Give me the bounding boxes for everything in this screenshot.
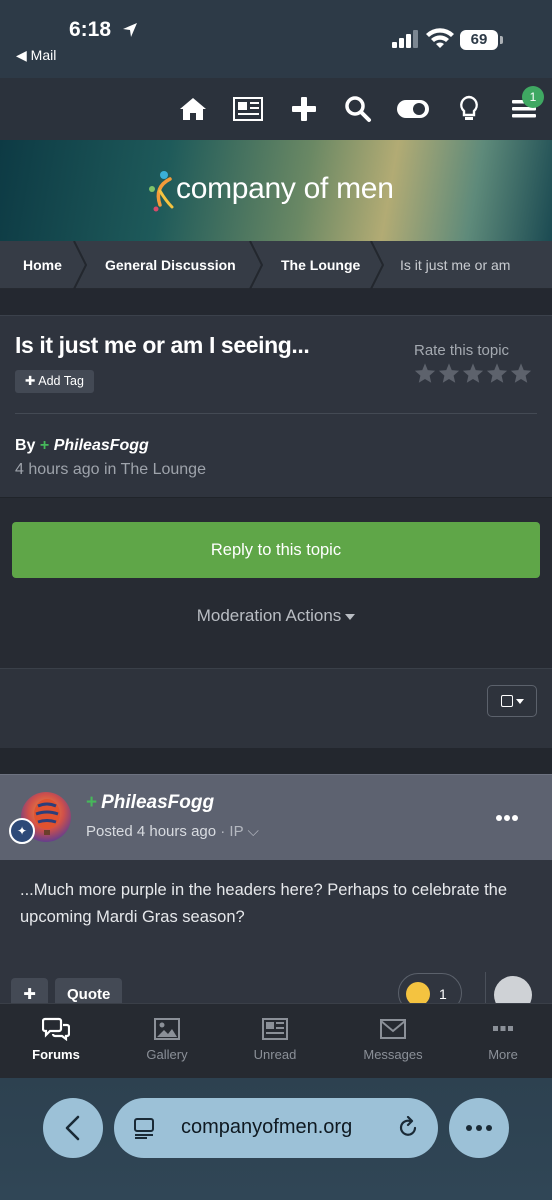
caret-down-icon [515, 698, 524, 704]
browser-back-button[interactable] [43, 1098, 103, 1158]
breadcrumb-general-discussion[interactable]: General Discussion [105, 257, 236, 273]
location-arrow-icon [123, 23, 137, 37]
rate-topic-label: Rate this topic [414, 342, 510, 359]
search-icon[interactable] [341, 92, 375, 126]
reaction-count: 1 [439, 986, 447, 1002]
cellular-signal-icon [392, 30, 418, 48]
star-icon[interactable] [510, 362, 532, 384]
spacer [0, 289, 552, 315]
tab-forums[interactable]: Forums [11, 1003, 101, 1078]
lightbulb-icon[interactable] [452, 92, 486, 126]
add-tag-label: Add Tag [38, 374, 84, 388]
breadcrumb-the-lounge[interactable]: The Lounge [281, 257, 360, 273]
plus-icon: ✚ [25, 374, 39, 388]
tab-gallery[interactable]: Gallery [122, 1003, 212, 1078]
star-icon[interactable] [414, 362, 436, 384]
divider [15, 413, 537, 414]
envelope-icon [380, 1019, 406, 1039]
logo-mark-icon [149, 171, 174, 212]
add-tag-button[interactable]: ✚ Add Tag [15, 370, 94, 393]
tab-label: Gallery [146, 1047, 188, 1062]
moderation-actions-label: Moderation Actions [196, 606, 342, 625]
caret-down-icon [345, 613, 356, 620]
url-text[interactable]: companyofmen.org [181, 1116, 352, 1139]
plus-icon: ✚ [23, 986, 36, 1003]
breadcrumb-separator-icon [249, 241, 263, 289]
post-header [0, 774, 552, 860]
newspaper-icon [262, 1018, 288, 1040]
ip-dropdown[interactable]: · IP ⌵ [216, 823, 259, 840]
post-content: ...Much more purple in the headers here?… [20, 881, 508, 926]
notification-badge: 1 [522, 86, 544, 108]
plus-icon[interactable] [287, 92, 321, 126]
topic-meta: 4 hours ago in The Lounge [15, 461, 206, 478]
moderation-actions-dropdown[interactable]: Moderation Actions [0, 606, 552, 626]
page-menu-icon[interactable] [133, 1117, 155, 1139]
site-logo-text[interactable]: company of men [176, 172, 394, 206]
plus-icon: + [39, 437, 50, 454]
more-dots-icon [493, 1026, 513, 1031]
tab-more[interactable]: More [458, 1003, 548, 1078]
tab-label: Unread [253, 1047, 297, 1062]
breadcrumb-home[interactable]: Home [23, 257, 62, 273]
home-icon[interactable] [176, 92, 210, 126]
spacer [0, 748, 552, 774]
topic-author-link[interactable]: PhileasFogg [54, 437, 149, 454]
by-label: By [15, 437, 36, 454]
image-icon [154, 1018, 180, 1040]
checkbox-icon [500, 695, 513, 707]
back-to-mail-link[interactable]: ◀ Mail [16, 47, 56, 64]
wifi-icon [426, 28, 454, 48]
more-dots-icon [466, 1125, 492, 1131]
tab-messages[interactable]: Messages [348, 1003, 438, 1078]
newspaper-icon[interactable] [231, 92, 265, 126]
post-author-name[interactable]: PhileasFogg [101, 792, 214, 813]
tab-label: Messages [363, 1047, 423, 1062]
breadcrumb-separator-icon [73, 241, 87, 289]
post-options-icon[interactable] [494, 812, 520, 824]
tab-unread[interactable]: Unread [230, 1003, 320, 1078]
breadcrumb-current-topic: Is it just me or am [400, 257, 511, 273]
rank-badge-icon: ✦ [9, 818, 35, 844]
star-icon[interactable] [462, 362, 484, 384]
reply-to-topic-button[interactable]: Reply to this topic [12, 522, 540, 578]
post-timestamp[interactable]: Posted 4 hours ago [86, 823, 216, 840]
topic-title: Is it just me or am I seeing... [15, 332, 310, 358]
topic-byline: By + PhileasFogg [15, 437, 149, 455]
clock: 6:18 [69, 18, 112, 41]
multimod-toolbar [0, 668, 552, 748]
chat-bubbles-icon [42, 1017, 70, 1041]
rating-stars[interactable] [414, 362, 532, 384]
post-author[interactable]: + PhileasFogg [86, 792, 214, 814]
post-meta: Posted 4 hours ago · IP ⌵ [86, 823, 259, 840]
select-posts-button[interactable] [487, 685, 537, 717]
divider [485, 972, 486, 1006]
toggle-icon[interactable] [396, 92, 430, 126]
breadcrumb-separator-icon [370, 241, 384, 289]
browser-more-button[interactable] [449, 1098, 509, 1158]
battery-indicator: 69 [460, 30, 503, 50]
tab-label: More [488, 1047, 518, 1062]
chevron-left-icon [65, 1115, 80, 1141]
tab-label: Forums [32, 1047, 80, 1062]
star-icon[interactable] [486, 362, 508, 384]
plus-icon: + [86, 792, 98, 813]
star-icon[interactable] [438, 362, 460, 384]
reload-icon[interactable] [397, 1116, 419, 1140]
